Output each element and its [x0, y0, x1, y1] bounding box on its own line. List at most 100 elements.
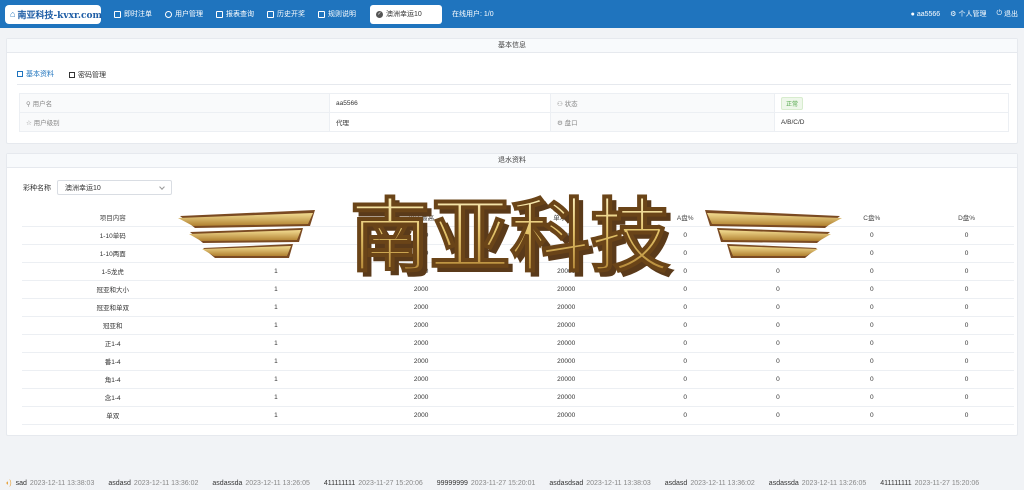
item-name-cell: 1-5龙虎: [22, 262, 204, 281]
nav-username[interactable]: ● aa5566: [911, 11, 941, 18]
ticker-message[interactable]: asdassda 2023-12-11 13:26:05: [212, 480, 309, 487]
nav-label: 历史开奖: [277, 11, 305, 18]
ticker-message[interactable]: asdasdsad 2023-12-11 13:38:03: [549, 480, 650, 487]
brand-name: 南亚科技-kvxr.com: [17, 10, 103, 21]
table-row: 冠亚和大小 1 2000 20000 0 0 0 0: [22, 280, 1014, 299]
item-name-cell: 冠亚和: [22, 316, 204, 335]
ticker-text: 99999999: [436, 479, 468, 487]
value-cell: 0: [824, 352, 920, 371]
ticker-message[interactable]: asdasd 2023-12-11 13:36:02: [665, 480, 755, 487]
main-nav: 即时注单 用户管理 报表查询 历史开奖 规则说明: [114, 9, 356, 19]
value-cell: 0: [638, 388, 732, 407]
table-row: 冠亚和 1 2000 20000 0 0 0 0: [22, 316, 1014, 335]
cell-label: 盘口: [564, 120, 578, 127]
value-cell: 20000: [493, 316, 639, 335]
value-cell: 0: [824, 316, 920, 335]
user-nav: ● aa5566 ⚙ 个人管理 ⏻ 退出: [911, 0, 1018, 28]
ticker-time: 2023-12-11 13:38:03: [29, 479, 95, 487]
ticker-text: asdasd: [108, 479, 131, 487]
value-cell: 1: [203, 244, 349, 263]
nav-live-orders[interactable]: 即时注单: [114, 9, 152, 19]
value-cell: 0: [638, 280, 732, 299]
value-cell: 0: [919, 334, 1014, 353]
ticker-message[interactable]: 99999999 2023-11-27 15:20:01: [437, 480, 536, 487]
table-row: 1-5龙虎 1 2000 20000 0 0 0 0: [22, 262, 1014, 281]
table-row: 角1-4 1 2000 20000 0 0 0 0: [22, 370, 1014, 389]
table-row: 念1-4 1 2000 20000 0 0 0 0: [22, 388, 1014, 407]
table-row: 正1-4 1 2000 20000 0 0 0 0: [22, 334, 1014, 353]
nav-label: 用户管理: [175, 11, 203, 18]
column-header: D盘%: [919, 209, 1014, 227]
value-cell: 20000: [493, 334, 639, 353]
tab-basic-info[interactable]: 基本资料: [17, 69, 54, 85]
value-cell: 0: [731, 244, 825, 263]
value-cell: 20000: [493, 280, 639, 299]
value-username: aa5566: [329, 93, 551, 113]
nav-history[interactable]: 历史开奖: [267, 9, 305, 19]
value-cell: 0: [824, 370, 920, 389]
speaker-icon: ◖): [5, 479, 12, 487]
nav-logout[interactable]: ⏻ 退出: [996, 9, 1018, 19]
nav-profile[interactable]: ⚙ 个人管理: [950, 9, 986, 19]
lottery-name: 澳洲幸运10: [386, 11, 422, 18]
ticker-time: 2023-12-11 13:36:02: [690, 479, 755, 487]
value-cell: 1: [203, 370, 349, 389]
monitor-icon: [267, 10, 274, 18]
ticker-message[interactable]: asdassda 2023-12-11 13:26:05: [769, 480, 866, 487]
brand-logo[interactable]: ⌂ 南亚科技-kvxr.com: [5, 4, 103, 24]
value-cell: 0: [824, 334, 920, 353]
value-cell: 0: [638, 226, 732, 245]
value-cell: 20000: [493, 370, 639, 389]
ticker-time: 2023-11-27 15:20:06: [914, 479, 980, 487]
column-header: A盘%: [638, 209, 732, 227]
panel-title: 退水资料: [7, 154, 1017, 168]
chevron-down-icon: [159, 183, 165, 190]
value-cell: 0: [731, 262, 825, 281]
item-name-cell: 冠亚和大小: [22, 280, 204, 299]
lottery-select[interactable]: 澳洲幸运10: [57, 180, 172, 195]
tab-label: 密码管理: [78, 71, 106, 79]
top-navbar: ⌂ 南亚科技-kvxr.com 即时注单 用户管理 报表查询 历史开奖 规则说明…: [0, 0, 1024, 28]
value-cell: 2000: [348, 280, 494, 299]
ticker-text: asdasdsad: [549, 479, 584, 487]
ticker-items: sad 2023-12-11 13:38:03 asdasd 2023-12-11 1…: [16, 480, 994, 487]
ticker-message[interactable]: sad 2023-12-11 13:38:03: [16, 480, 95, 487]
notice-ticker: ◖) sad 2023-12-11 13:38:03 asdasd 2023-12-1…: [0, 476, 1024, 490]
value-cell: 0: [919, 280, 1014, 299]
value-cell: 1: [203, 334, 349, 353]
value-cell: 0: [638, 406, 732, 425]
value-cell: 0: [638, 298, 732, 317]
ticker-message[interactable]: 411111111 2023-11-27 15:20:06: [324, 480, 423, 487]
ticker-message[interactable]: asdasd 2023-12-11 13:36:02: [108, 480, 198, 487]
tab-label: 基本资料: [26, 71, 54, 78]
item-name-cell: 冠亚和单双: [22, 298, 204, 317]
ticker-text: 411111111: [880, 479, 912, 487]
panel-title: 基本信息: [7, 39, 1017, 53]
value-cell: 0: [824, 262, 920, 281]
select-value: 澳洲幸运10: [65, 184, 101, 192]
nav-rules[interactable]: 规则说明: [318, 9, 356, 19]
value-cell: 1: [203, 406, 349, 425]
cell-label: 状态: [564, 101, 578, 108]
cell-label: 用户级别: [33, 120, 60, 127]
value-cell: 2000: [348, 334, 494, 353]
ticker-text: sad: [15, 479, 27, 487]
ticker-time: 2023-12-11 13:26:05: [801, 479, 867, 487]
ticker-message[interactable]: 411111111 2023-11-27 15:20:06: [880, 480, 979, 487]
lock-icon: [69, 71, 75, 78]
book-icon: [318, 10, 325, 18]
nav-user-management[interactable]: 用户管理: [165, 9, 203, 19]
tab-password[interactable]: 密码管理: [69, 69, 106, 85]
table-icon: [216, 10, 223, 18]
rebate-table: 项目内容 单注最低 单注最高 单项最高 A盘% B盘% C盘% D盘% 1-10单码 1 2000…: [22, 209, 1014, 425]
lottery-switch[interactable]: ✓ 澳洲幸运10: [370, 4, 442, 24]
value-cell: 0: [919, 298, 1014, 317]
value-cell: 0: [638, 334, 732, 353]
value-cell: 2000: [348, 352, 494, 371]
star-icon: ☆: [26, 120, 34, 127]
value-cell: 2000: [348, 226, 494, 245]
value-cell: 0: [731, 280, 825, 299]
nav-reports[interactable]: 报表查询: [216, 9, 254, 19]
value-cell: 0: [919, 226, 1014, 245]
value-cell: 0: [731, 316, 825, 335]
